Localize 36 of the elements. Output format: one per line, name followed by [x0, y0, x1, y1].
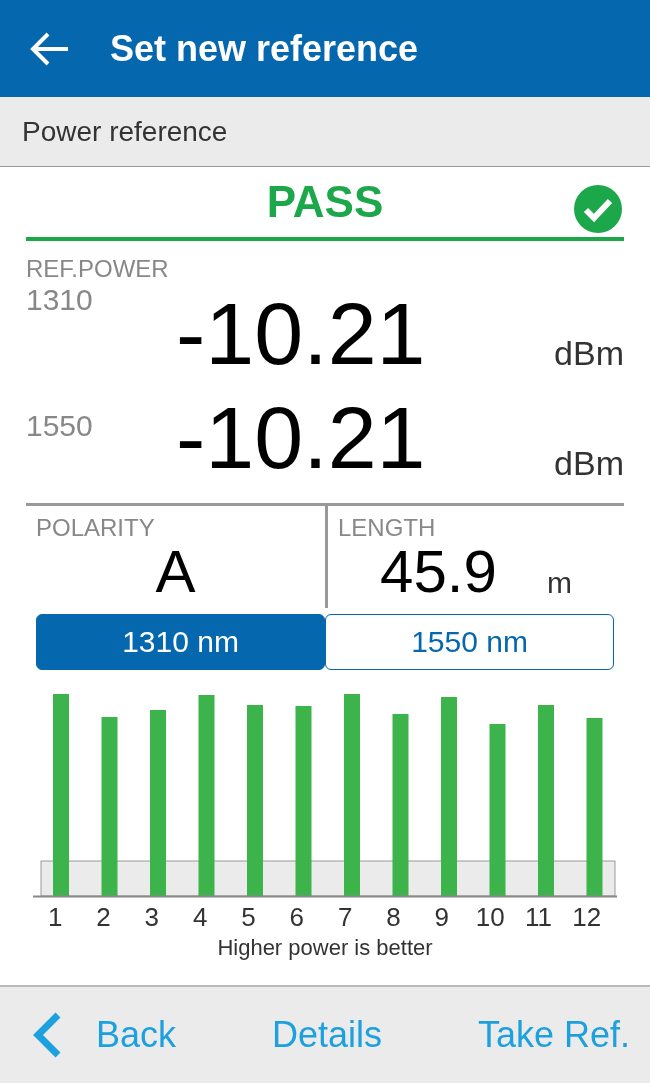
- length-unit: m: [546, 566, 572, 600]
- screen-title: Set new reference: [110, 27, 419, 70]
- fiber-number: 3: [143, 902, 161, 933]
- fiber-number: 7: [336, 902, 354, 933]
- power-value: -10.21: [176, 283, 427, 385]
- wavelength-label: 1310: [26, 283, 94, 317]
- chart-caption: Higher power is better: [217, 935, 433, 961]
- fiber-number: 12: [571, 902, 603, 933]
- polarity-value: A: [154, 542, 197, 602]
- power-unit: dBm: [554, 444, 624, 483]
- power-unit: dBm: [554, 334, 624, 373]
- fiber-number: 11: [524, 902, 553, 933]
- length-label: LENGTH: [338, 514, 437, 542]
- fiber-number: 5: [240, 902, 257, 933]
- fiber-number: 2: [95, 902, 112, 933]
- polarity-label: POLARITY: [36, 514, 156, 542]
- fiber-number: 8: [385, 902, 402, 933]
- chevron-left-icon: [32, 1011, 62, 1059]
- fiber-number: 10: [474, 902, 506, 933]
- fiber-number: 6: [288, 902, 306, 933]
- power-value: -10.21: [176, 387, 427, 489]
- footer-button[interactable]: Take Ref.: [477, 1014, 630, 1056]
- footer-button[interactable]: Details: [271, 1014, 382, 1056]
- fiber-number: 4: [191, 902, 209, 933]
- fiber-number: 9: [433, 902, 451, 933]
- wavelength-tab[interactable]: 1550 nm: [325, 614, 614, 670]
- fiber-number: 1: [46, 902, 64, 933]
- back-button[interactable]: Back: [32, 1011, 177, 1059]
- back-arrow-icon[interactable]: [30, 30, 70, 67]
- check-circle-icon: [574, 185, 622, 233]
- ref-power-label: REF.POWER: [26, 255, 170, 283]
- length-value: 45.9: [380, 542, 497, 602]
- wavelength-tab[interactable]: 1310 nm: [36, 614, 325, 670]
- wavelength-label: 1550: [26, 409, 94, 443]
- section-title: Power reference: [22, 115, 228, 148]
- status-text: PASS: [266, 177, 384, 227]
